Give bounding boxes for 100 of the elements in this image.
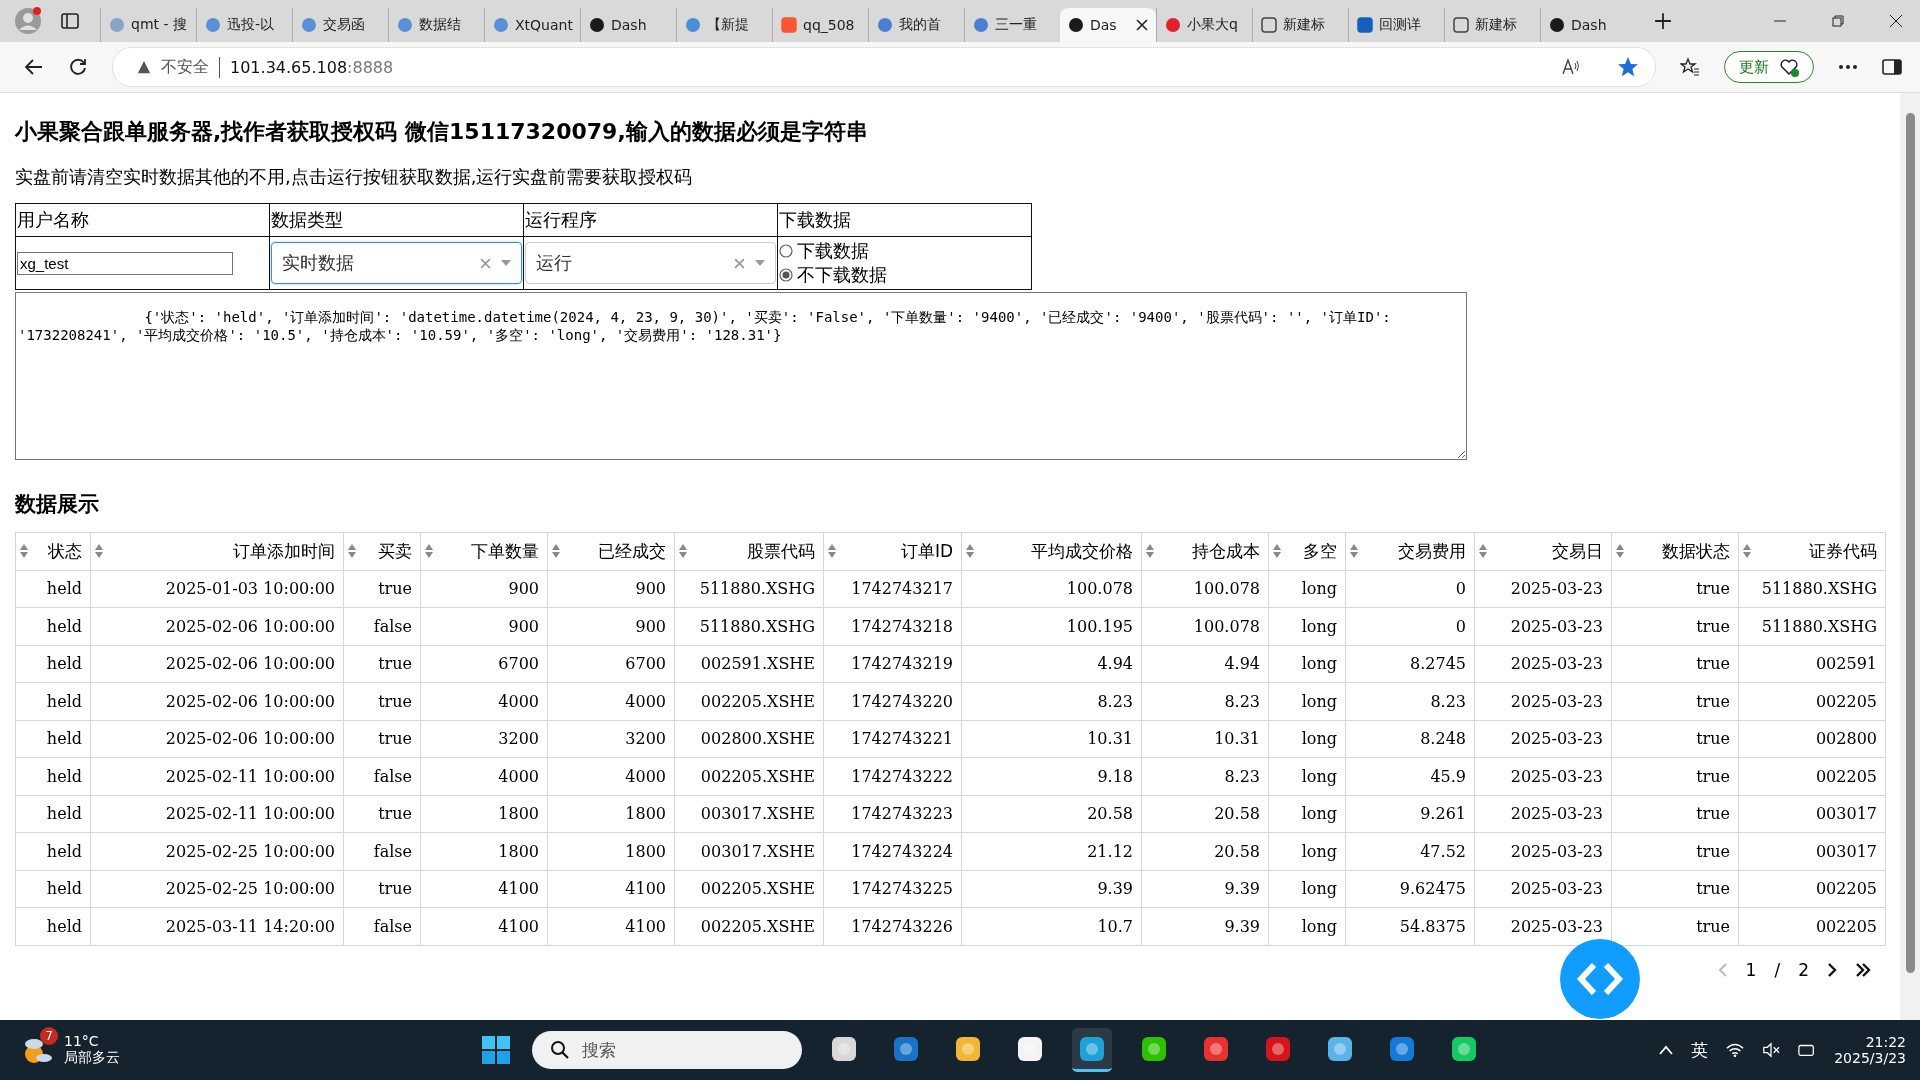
- current-page[interactable]: 1: [1745, 959, 1757, 980]
- table-cell: false: [343, 607, 421, 645]
- more-icon[interactable]: [1838, 64, 1858, 70]
- clear-icon[interactable]: [734, 257, 745, 269]
- sort-icon[interactable]: [20, 544, 28, 559]
- sidebar-icon[interactable]: [1882, 57, 1902, 77]
- column-header[interactable]: 订单ID: [823, 532, 962, 570]
- table-cell: 1742743220: [823, 682, 962, 720]
- table-cell: 900: [420, 607, 548, 645]
- sort-icon[interactable]: [425, 544, 433, 559]
- page-subtitle: 实盘前请清空实时数据其他的不用,点击运行按钮获取数据,运行实盘前需要获取授权码: [15, 165, 694, 189]
- address-field[interactable]: 不安全 101.34.65.108:8888: [112, 47, 1656, 87]
- radio-label[interactable]: 不下载数据: [797, 263, 887, 287]
- username-field[interactable]: xg_test: [17, 251, 233, 275]
- table-cell: true: [343, 795, 421, 833]
- table-cell: false: [343, 757, 421, 795]
- column-header[interactable]: 已经成交: [547, 532, 675, 570]
- data-type-dropdown[interactable]: 实时数据: [271, 242, 522, 284]
- column-header[interactable]: 证券代码: [1738, 532, 1886, 570]
- sort-icon[interactable]: [1743, 544, 1751, 559]
- column-header[interactable]: 多空: [1268, 532, 1346, 570]
- code-toggle-button[interactable]: [1560, 939, 1640, 1019]
- table-cell: 3200: [547, 720, 675, 758]
- column-header[interactable]: 状态: [15, 532, 91, 570]
- sort-icon[interactable]: [828, 544, 836, 559]
- wifi-icon[interactable]: [1726, 1042, 1745, 1058]
- scrollbar[interactable]: [1900, 93, 1920, 1020]
- column-header[interactable]: 持仓成本: [1141, 532, 1269, 570]
- column-header[interactable]: 下单数量: [420, 532, 548, 570]
- column-header[interactable]: 平均成交价格: [961, 532, 1142, 570]
- column-header[interactable]: 订单添加时间: [90, 532, 344, 570]
- table-cell: 4100: [547, 870, 675, 908]
- clock-time[interactable]: 21:22: [1865, 1034, 1906, 1050]
- clock-date[interactable]: 2025/3/23: [1834, 1050, 1906, 1066]
- table-cell: 10.31: [1141, 720, 1269, 758]
- table-cell: 100.078: [1141, 607, 1269, 645]
- reload-icon[interactable]: [68, 57, 88, 77]
- column-header[interactable]: 股票代码: [674, 532, 824, 570]
- sort-icon[interactable]: [1616, 544, 1624, 559]
- table-cell: true: [1611, 682, 1739, 720]
- caret-icon[interactable]: [501, 260, 511, 266]
- table-cell: held: [15, 607, 91, 645]
- taskbar-search-field[interactable]: 搜索: [532, 1031, 802, 1069]
- table-cell: long: [1268, 645, 1346, 683]
- sort-icon[interactable]: [552, 544, 560, 559]
- sort-icon[interactable]: [348, 544, 356, 559]
- table-cell: 1800: [420, 832, 548, 870]
- radio-label[interactable]: 下载数据: [797, 239, 869, 263]
- close-tab-icon[interactable]: [1136, 19, 1148, 31]
- window-icon: [1453, 17, 1469, 33]
- table-cell: 900: [547, 607, 675, 645]
- favorites-icon[interactable]: [1680, 57, 1700, 77]
- last-page-icon[interactable]: [1855, 962, 1871, 977]
- column-header[interactable]: 交易日: [1474, 532, 1612, 570]
- new-tab-icon[interactable]: [1654, 12, 1672, 30]
- restore-icon[interactable]: [1832, 15, 1844, 27]
- table-cell: 002205.XSHE: [674, 757, 824, 795]
- update-button[interactable]: 更新: [1724, 51, 1814, 83]
- column-header[interactable]: 数据状态: [1611, 532, 1739, 570]
- table-cell: 2025-03-23: [1474, 570, 1612, 608]
- start-icon[interactable]: [482, 1036, 510, 1064]
- table-cell: 6700: [547, 645, 675, 683]
- sort-icon[interactable]: [95, 544, 103, 559]
- sort-icon[interactable]: [1479, 544, 1487, 559]
- browser-tab[interactable]: Das: [1060, 8, 1156, 42]
- tab-actions-icon[interactable]: [60, 11, 80, 31]
- muted-speaker-icon[interactable]: [1762, 1042, 1781, 1058]
- table-cell: 8.248: [1345, 720, 1475, 758]
- table-cell: 511880.XSHG: [1738, 570, 1886, 608]
- input-method[interactable]: 英: [1691, 1038, 1709, 1062]
- program-dropdown[interactable]: 运行: [525, 242, 776, 284]
- battery-icon[interactable]: [1798, 1042, 1817, 1058]
- sort-icon[interactable]: [679, 544, 687, 559]
- sort-icon[interactable]: [966, 544, 974, 559]
- back-icon[interactable]: [24, 57, 44, 77]
- caret-icon[interactable]: [755, 260, 765, 266]
- table-cell: 8.23: [1141, 682, 1269, 720]
- app-tile-icon: [1264, 1034, 1292, 1063]
- next-page-icon[interactable]: [1827, 962, 1837, 977]
- weather-text: 局部多云: [64, 1049, 120, 1067]
- close-icon[interactable]: [1890, 15, 1902, 27]
- sort-icon[interactable]: [1350, 544, 1358, 559]
- radio-button[interactable]: [779, 244, 793, 258]
- chevron-up-icon[interactable]: [1659, 1045, 1674, 1055]
- table-cell: true: [1611, 720, 1739, 758]
- table-cell: 002205: [1738, 870, 1886, 908]
- radio-button[interactable]: [779, 268, 793, 282]
- table-cell: 6700: [420, 645, 548, 683]
- taskbar-app[interactable]: [1072, 1028, 1112, 1072]
- table-cell: 002205: [1738, 757, 1886, 795]
- column-header[interactable]: 买卖: [343, 532, 421, 570]
- table-cell: 2025-03-11 14:20:00: [90, 907, 344, 945]
- sort-icon[interactable]: [1273, 544, 1281, 559]
- column-header[interactable]: 交易费用: [1345, 532, 1475, 570]
- sort-icon[interactable]: [1146, 544, 1154, 559]
- favorite-star-icon[interactable]: [1617, 56, 1639, 78]
- read-aloud-icon[interactable]: [1561, 57, 1581, 77]
- clear-icon[interactable]: [480, 257, 491, 269]
- profile-avatar-icon[interactable]: [14, 7, 42, 35]
- output-textarea[interactable]: {'状态': 'held', '订单添加时间': 'datetime.datetime(2024, 4, 23, 9, 30)', '买卖': 'False', '下单数量': '9400', '已经成交': '9400', '股票代码': '', '订单ID': '1732208241', '平均成交价格': '10.5', '持仓成本': '10.59', '多空': 'long', '交易费用': '128.31'}: [15, 292, 1467, 460]
